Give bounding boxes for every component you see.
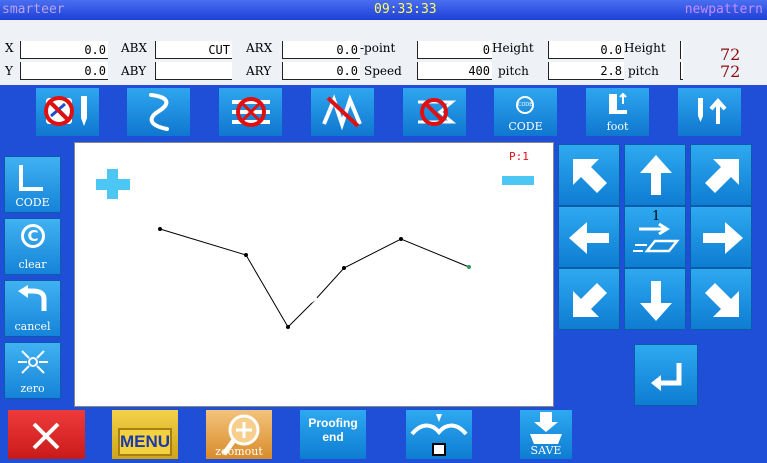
arrow-up-icon (640, 155, 672, 195)
y-label: Y (5, 64, 13, 78)
step-forward-button[interactable]: 1 (624, 206, 686, 268)
point-label: -point (360, 41, 396, 55)
x-label: X (5, 41, 14, 55)
height2-divider (680, 41, 683, 59)
branch-button[interactable] (406, 410, 472, 459)
height2-label: Height (624, 41, 666, 55)
arrow-down-left-icon (573, 283, 607, 317)
abx-label: ABX (121, 41, 148, 55)
aby-label: ABY (121, 64, 147, 78)
curve-button[interactable] (127, 88, 190, 136)
arx-label: ARX (246, 41, 273, 55)
arrow-up-left-icon (573, 159, 607, 193)
zero-label: zero (20, 382, 45, 395)
code-button[interactable]: CODE CODE (494, 88, 557, 136)
origin-icon (18, 350, 48, 374)
menu-button[interactable]: MENU (112, 410, 178, 459)
needle-up-button[interactable] (678, 88, 741, 136)
height-value: 0.0 (548, 41, 624, 59)
pitch-label: pitch (498, 64, 529, 78)
enter-icon (651, 363, 682, 391)
arrow-up-right-icon (705, 159, 739, 193)
arrow-left-icon (569, 222, 609, 254)
menu-label: MENU (119, 432, 171, 451)
code-label: CODE (508, 120, 543, 133)
pattern-name: newpattern (684, 2, 763, 17)
code-side-button[interactable]: CODE (4, 156, 61, 213)
clear-button[interactable]: C clear (4, 218, 61, 275)
cancel-button[interactable]: cancel (4, 280, 61, 337)
speed-value: 400 (417, 62, 492, 80)
no-zigzag-icon (321, 94, 362, 131)
curve-icon (148, 93, 169, 131)
arrow-down-right-icon (705, 283, 739, 317)
undo-icon (18, 285, 47, 311)
pitch2-label: pitch (628, 64, 659, 78)
clear-label: clear (18, 258, 47, 271)
move-up-left-button[interactable] (558, 144, 620, 206)
move-up-button[interactable] (624, 144, 686, 206)
code-circle-icon: CODE (516, 96, 534, 114)
save-button[interactable]: SAVE (520, 410, 572, 459)
no-trim-icon (43, 96, 87, 126)
title-bar: smarteer 09:33:33 newpattern (0, 0, 767, 20)
stitch-path (158, 227, 471, 329)
zoomout-label: zoomout (215, 445, 263, 458)
corner-code-icon (19, 165, 43, 191)
height-label: Height (492, 41, 534, 55)
point-value: 0 (417, 41, 492, 59)
no-stitch-button[interactable] (219, 88, 282, 136)
close-button[interactable] (8, 410, 85, 459)
move-down-left-button[interactable] (558, 268, 620, 330)
foot-label: foot (606, 120, 629, 133)
no-overlap-button[interactable] (403, 88, 466, 136)
abx-value: CUT (155, 41, 232, 59)
move-right-button[interactable] (690, 206, 752, 268)
ary-label: ARY (246, 64, 272, 78)
move-down-button[interactable] (624, 268, 686, 330)
move-up-right-button[interactable] (690, 144, 752, 206)
pattern-canvas[interactable]: P:1 (74, 142, 554, 407)
pitch-value: 2.8 (548, 62, 624, 80)
info-panel: X 0.0 ABX CUT ARX 0.0 -point 0 Height 0.… (0, 20, 767, 85)
close-x-icon (32, 422, 60, 450)
pitch2-divider (680, 62, 683, 80)
save-label: SAVE (530, 444, 562, 457)
ary-value: 0.0 (282, 62, 360, 80)
side-code-label: CODE (15, 196, 50, 209)
no-zigzag-button[interactable] (311, 88, 374, 136)
zero-button[interactable]: zero (4, 342, 61, 399)
step-count: 1 (652, 209, 661, 224)
move-left-button[interactable] (558, 206, 620, 268)
no-overlap-icon (417, 98, 456, 126)
foot-button[interactable]: foot (586, 88, 649, 136)
enter-button[interactable] (634, 344, 698, 406)
presser-foot-icon (609, 92, 627, 114)
proofing-end-button[interactable]: Proofing end (300, 410, 366, 459)
pitch2-value: 72 (720, 62, 741, 81)
zoomout-button[interactable]: zoomout (206, 410, 272, 459)
clock: 09:33:33 (374, 2, 437, 17)
cancel-label: cancel (14, 320, 51, 333)
x-value: 0.0 (20, 41, 108, 59)
no-stitch-icon (231, 97, 270, 127)
arrow-right-icon (703, 222, 743, 254)
copyright-icon: C (21, 224, 45, 248)
branch-icon (410, 414, 468, 456)
no-thread-trim-button[interactable] (36, 88, 99, 136)
y-value: 0.0 (20, 62, 108, 80)
app-name: smarteer (2, 2, 65, 17)
proofing-label: Proofing (308, 416, 358, 430)
proofing-end-label: end (322, 430, 344, 444)
arrow-down-icon (640, 281, 672, 321)
arx-value: 0.0 (282, 41, 360, 59)
speed-label: Speed (364, 64, 402, 78)
move-down-right-button[interactable] (690, 268, 752, 330)
aby-value (155, 62, 232, 80)
needle-up-icon (697, 97, 727, 124)
